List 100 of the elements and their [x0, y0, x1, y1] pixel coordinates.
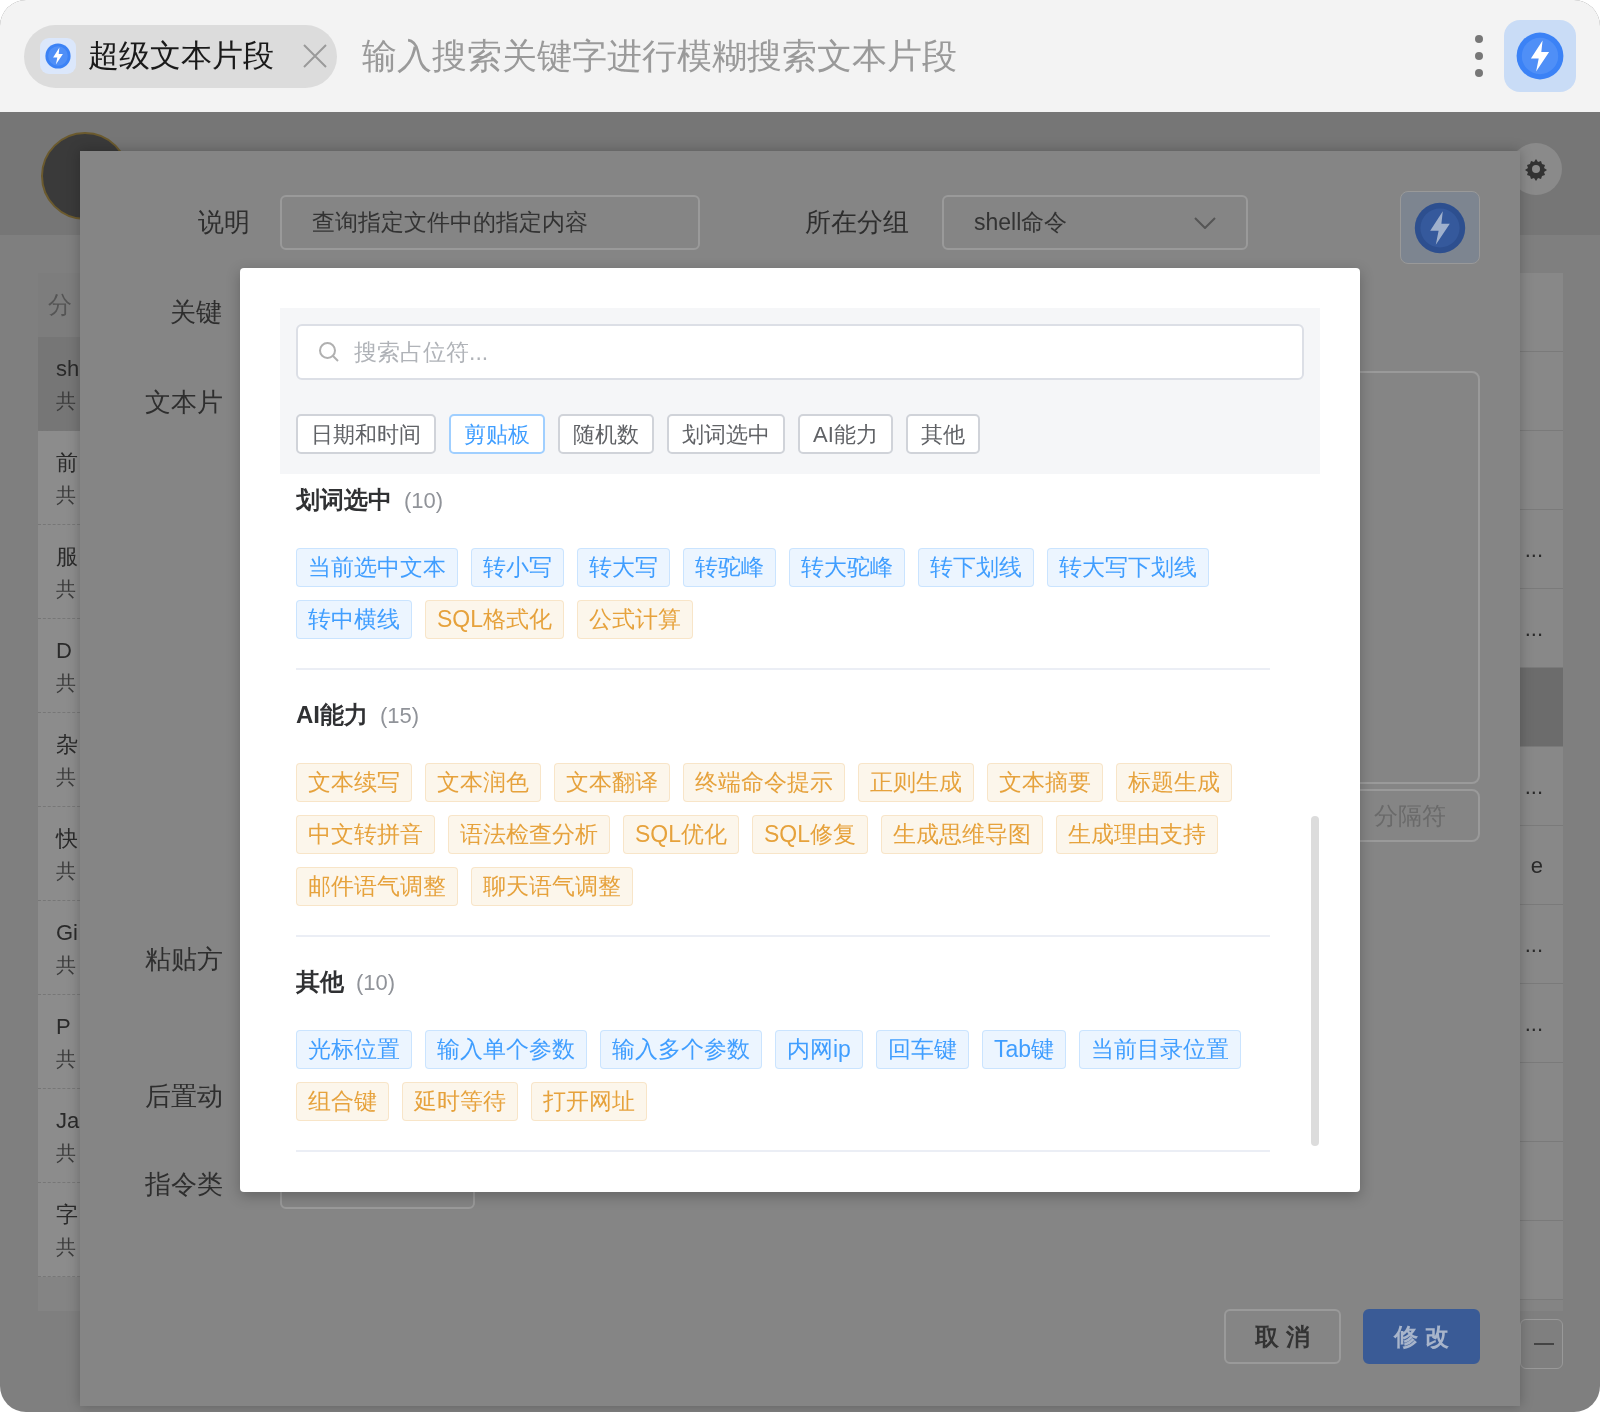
item-count: 共 — [56, 482, 76, 508]
sidebar-item[interactable]: 前 共 — [38, 431, 80, 525]
item-title: 字 — [56, 1200, 78, 1229]
item-count: 共 — [56, 670, 76, 696]
item-title: sh — [56, 354, 80, 383]
placeholder-tag[interactable]: 转大驼峰 — [789, 548, 905, 587]
placeholder-tag[interactable]: 生成理由支持 — [1056, 815, 1219, 854]
sidebar-item[interactable]: sh 共 — [38, 337, 80, 431]
cancel-button[interactable]: 取消 — [1224, 1309, 1341, 1364]
placeholder-tag[interactable]: 组合键 — [296, 1082, 389, 1121]
list-row[interactable]: ... — [1520, 984, 1563, 1063]
item-title: D — [56, 636, 72, 665]
placeholder-tag[interactable]: SQL优化 — [623, 815, 740, 854]
item-count: 共 — [56, 858, 76, 884]
category-tab[interactable]: 其他 — [905, 414, 980, 454]
placeholder-tag[interactable]: 聊天语气调整 — [471, 867, 633, 906]
placeholder-tag[interactable]: 光标位置 — [296, 1030, 412, 1069]
list-row[interactable]: ... — [1520, 510, 1563, 589]
sidebar-item[interactable]: Gi 共 — [38, 901, 80, 995]
sidebar-item[interactable]: D 共 — [38, 619, 80, 713]
sidebar-item[interactable]: 服 共 — [38, 525, 80, 619]
placeholder-tag[interactable]: 延时等待 — [402, 1082, 518, 1121]
category-tab[interactable]: AI能力 — [798, 414, 893, 454]
list-row[interactable] — [1520, 273, 1563, 352]
list-row[interactable] — [1520, 668, 1563, 747]
placeholder-tag[interactable]: 输入单个参数 — [425, 1030, 587, 1069]
placeholder-tag[interactable]: 文本摘要 — [987, 763, 1103, 802]
section-count: (10) — [356, 968, 396, 997]
launcher-button[interactable] — [1504, 20, 1576, 92]
placeholder-tag[interactable]: 转大写下划线 — [1047, 548, 1209, 587]
list-row[interactable]: e — [1520, 826, 1563, 905]
search-input[interactable]: 搜索占位符... — [354, 334, 1282, 370]
placeholder-tag[interactable]: SQL修复 — [752, 815, 869, 854]
placeholder-tag[interactable]: 转小写 — [471, 548, 564, 587]
item-title: 前 — [56, 448, 78, 477]
description-field[interactable]: 查询指定文件中的指定内容 — [280, 195, 700, 250]
more-icon[interactable] — [1474, 34, 1484, 78]
item-title: 服 — [56, 542, 78, 571]
lightning-icon — [1514, 30, 1566, 82]
list-row[interactable] — [1520, 1221, 1563, 1300]
placeholder-tag[interactable]: 打开网址 — [531, 1082, 647, 1121]
item-count: 共 — [56, 576, 76, 602]
placeholder-tag[interactable]: 当前目录位置 — [1079, 1030, 1241, 1069]
list-row[interactable]: ... — [1520, 589, 1563, 668]
field-label: 粘贴方 — [145, 942, 223, 976]
category-tab[interactable]: 剪贴板 — [449, 414, 545, 454]
select-value: shell命令 — [974, 208, 1068, 238]
placeholder-tag[interactable]: 转大写 — [577, 548, 670, 587]
placeholder-tag[interactable]: 公式计算 — [577, 600, 694, 639]
sidebar-item[interactable]: 杂 共 — [38, 713, 80, 807]
placeholder-tag[interactable]: Tab键 — [981, 1030, 1066, 1069]
category-tab[interactable]: 随机数 — [558, 414, 654, 454]
item-count: 共 — [56, 1140, 76, 1166]
list-row[interactable] — [1520, 352, 1563, 431]
icon-picker-button[interactable] — [1400, 191, 1480, 264]
placeholder-tag[interactable]: 文本翻译 — [554, 763, 670, 802]
placeholder-search-field[interactable]: 搜索占位符... — [296, 324, 1304, 380]
placeholder-tag[interactable]: SQL格式化 — [425, 600, 565, 639]
list-row[interactable]: ... — [1520, 905, 1563, 984]
section-title: 划词选中 — [296, 485, 392, 515]
item-title: P — [56, 1012, 71, 1041]
app-tab[interactable]: 超级文本片段 — [24, 24, 337, 88]
list-row[interactable] — [1520, 1142, 1563, 1221]
category-tab[interactable]: 划词选中 — [667, 414, 785, 454]
placeholder-tag[interactable]: 中文转拼音 — [296, 815, 435, 854]
category-tab[interactable]: 日期和时间 — [296, 414, 436, 454]
placeholder-tag[interactable]: 文本续写 — [296, 763, 412, 802]
sidebar-item[interactable]: P 共 — [38, 995, 80, 1089]
sidebar-item[interactable]: Ja 共 — [38, 1089, 80, 1183]
placeholder-tag[interactable]: 邮件语气调整 — [296, 867, 458, 906]
scrollbar[interactable] — [1311, 816, 1319, 1146]
sidebar-item[interactable]: 快 共 — [38, 807, 80, 901]
close-icon[interactable] — [302, 43, 328, 69]
save-button[interactable]: 修改 — [1363, 1309, 1480, 1364]
list-row[interactable]: ... — [1520, 747, 1563, 826]
placeholder-tag[interactable]: 标题生成 — [1116, 763, 1232, 802]
row-text: ... — [1524, 930, 1543, 959]
placeholder-tag[interactable]: 语法检查分析 — [448, 815, 610, 854]
placeholder-tag[interactable]: 内网ip — [775, 1030, 863, 1069]
placeholder-tag[interactable]: 转驼峰 — [683, 548, 776, 587]
placeholder-tag[interactable]: 当前选中文本 — [296, 548, 458, 587]
list-row[interactable] — [1520, 1063, 1563, 1142]
settings-icon — [1524, 157, 1548, 181]
placeholder-tag[interactable]: 正则生成 — [858, 763, 974, 802]
item-count: 共 — [56, 952, 76, 978]
item-title: 快 — [56, 824, 78, 853]
sidebar-item[interactable]: 字 共 — [38, 1183, 80, 1277]
group-select[interactable]: shell命令 — [942, 195, 1248, 250]
section-count: (15) — [380, 701, 420, 730]
placeholder-tag[interactable]: 转中横线 — [296, 600, 412, 639]
placeholder-tag[interactable]: 生成思维导图 — [881, 815, 1044, 854]
chevron-down-icon — [1194, 216, 1216, 229]
row-text: e — [1530, 851, 1543, 880]
placeholder-tag[interactable]: 终端命令提示 — [683, 763, 845, 802]
placeholder-tag[interactable]: 输入多个参数 — [600, 1030, 762, 1069]
list-row[interactable] — [1520, 431, 1563, 510]
placeholder-tag[interactable]: 文本润色 — [425, 763, 541, 802]
placeholder-tag[interactable]: 回车键 — [875, 1030, 969, 1069]
placeholder-tag[interactable]: 转下划线 — [918, 548, 1034, 587]
tab-title: 超级文本片段 — [88, 36, 274, 75]
